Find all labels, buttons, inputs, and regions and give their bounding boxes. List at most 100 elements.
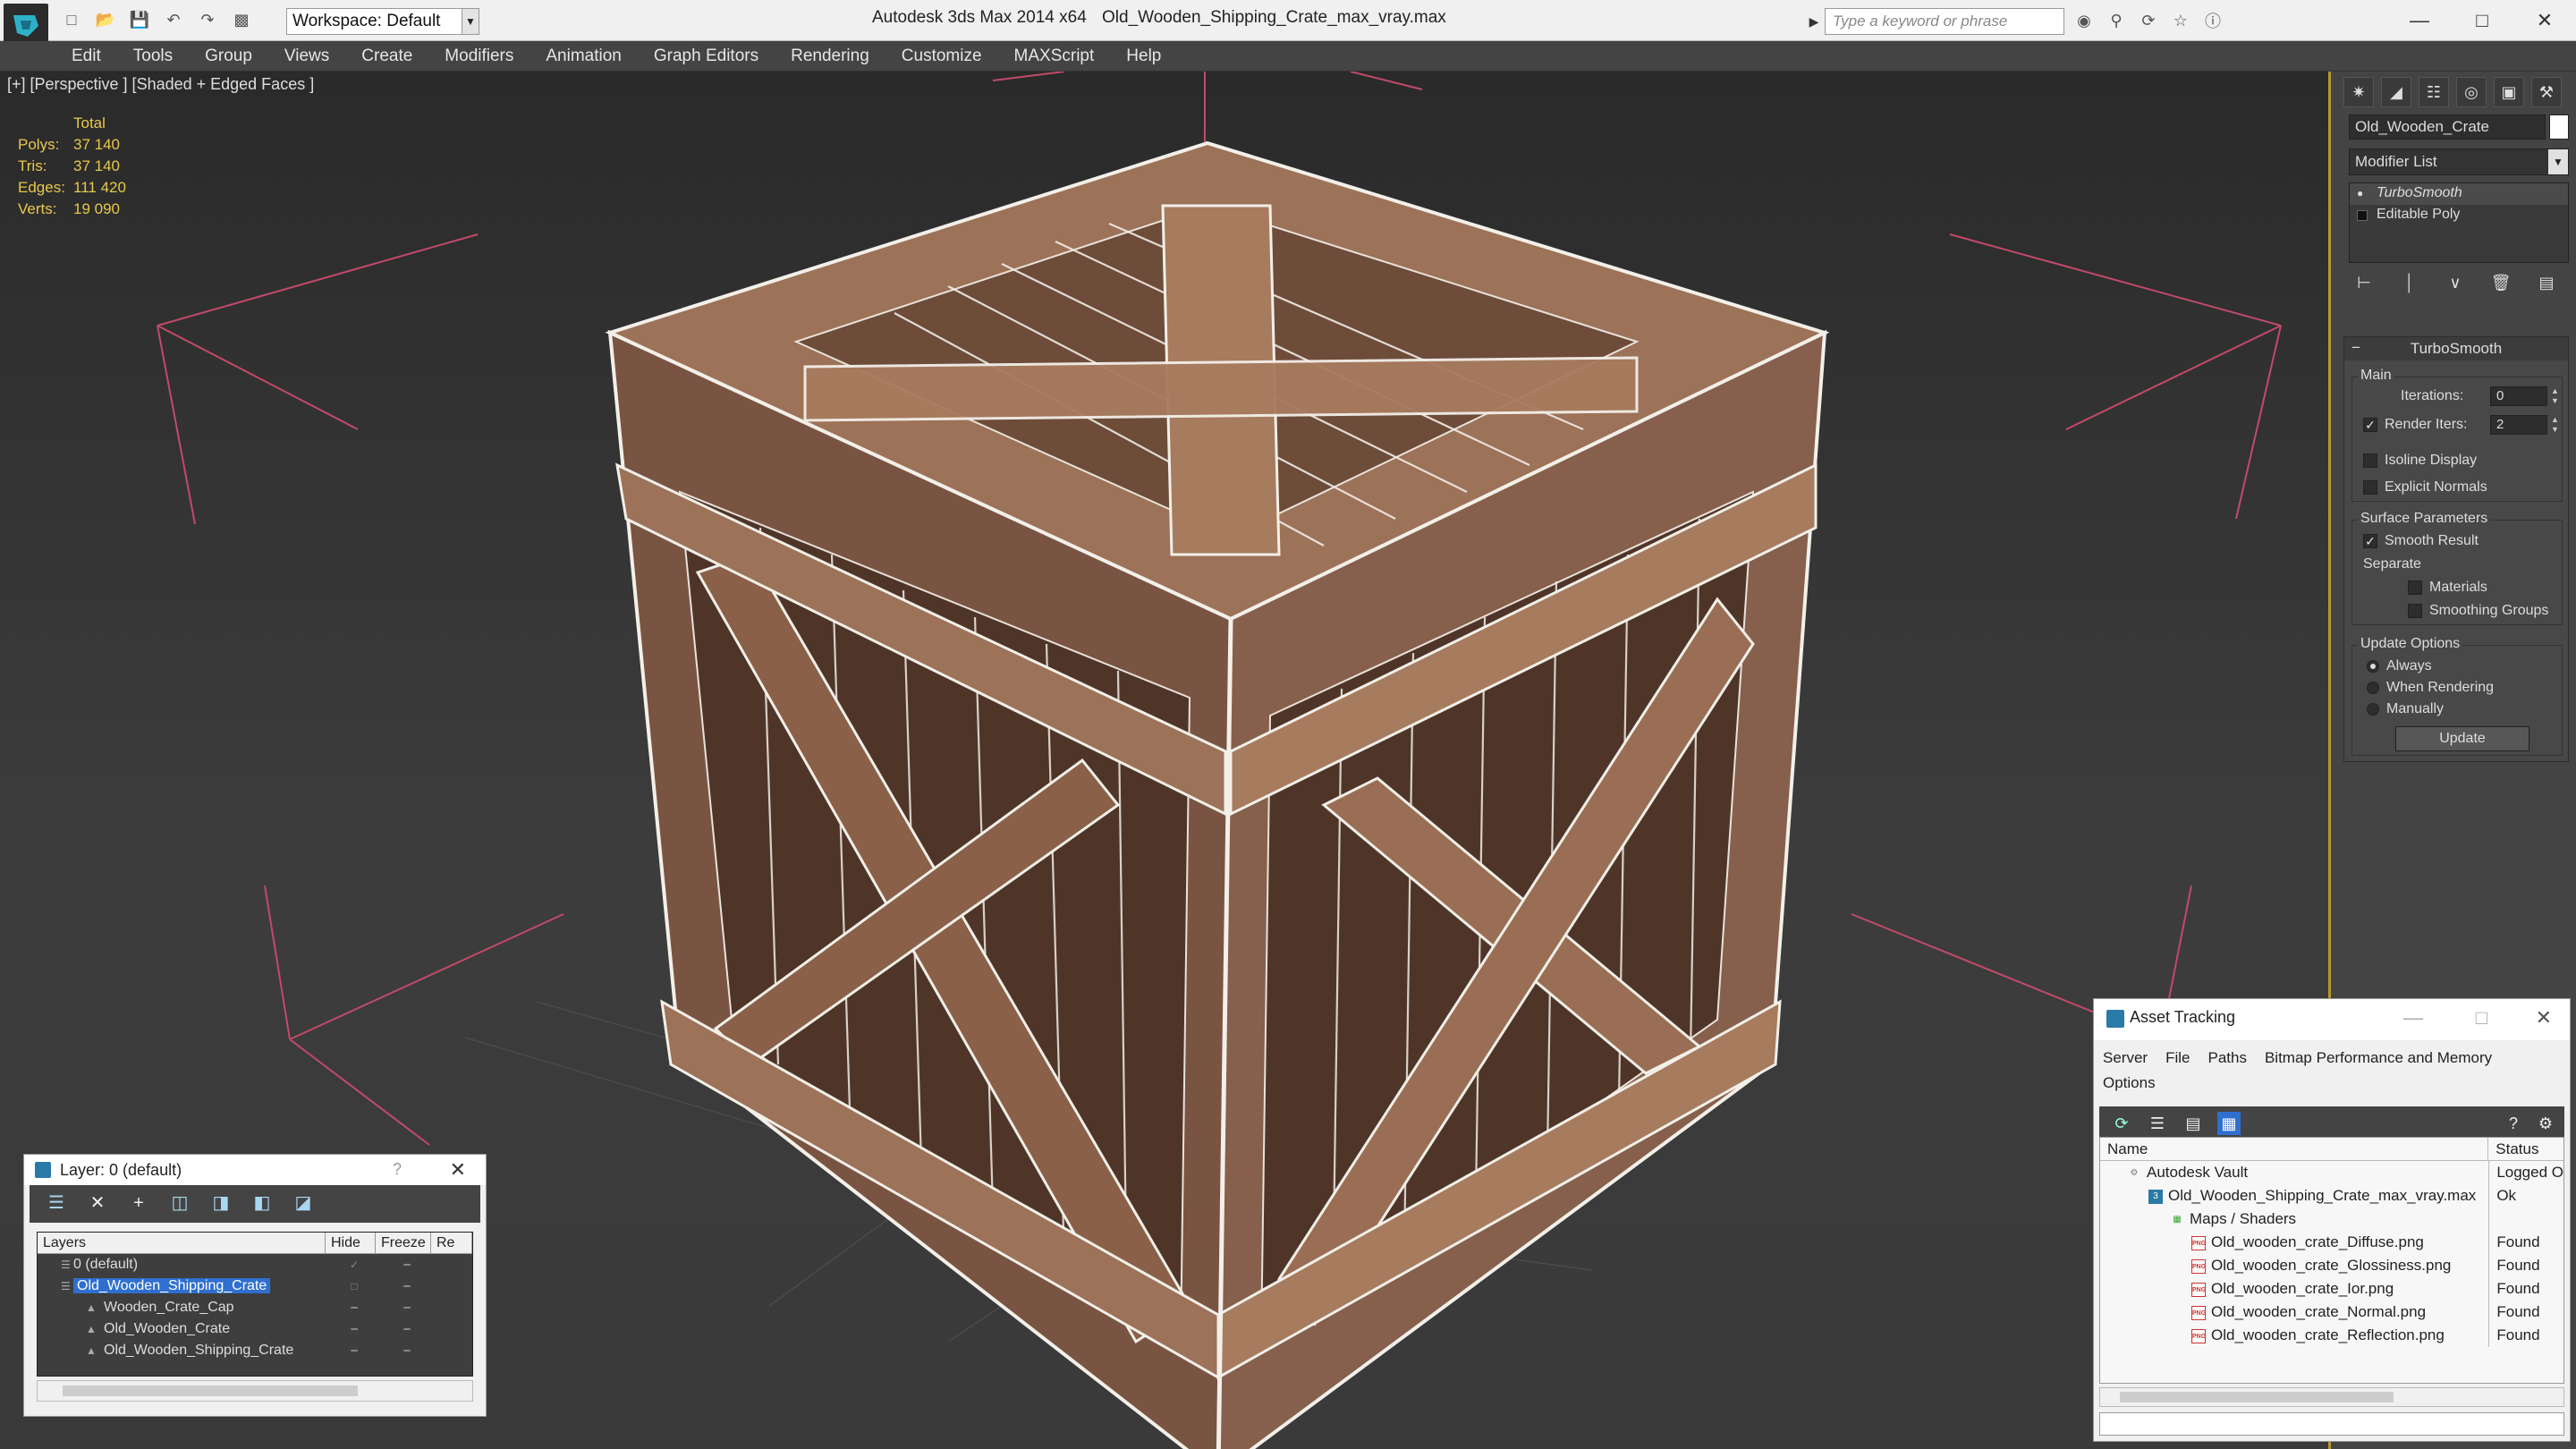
- refresh-icon[interactable]: ⟳: [2110, 1112, 2133, 1135]
- list-view-icon[interactable]: ☰: [2146, 1112, 2169, 1135]
- asset-row[interactable]: PNG Old_wooden_crate_Normal.png Found: [2100, 1301, 2563, 1324]
- remove-modifier-icon[interactable]: 🗑: [2489, 274, 2512, 301]
- search-expand-icon[interactable]: ▶: [1805, 8, 1823, 35]
- select-objects-icon[interactable]: ◨: [210, 1192, 232, 1214]
- project-folder-icon[interactable]: ▩: [229, 7, 254, 32]
- column-layers[interactable]: Layers: [38, 1233, 326, 1253]
- stack-item-editable-poly[interactable]: Editable Poly: [2350, 205, 2568, 226]
- freeze-toggle[interactable]: ━: [379, 1323, 435, 1335]
- lightbulb-icon[interactable]: ●: [2357, 187, 2368, 199]
- menu-rendering[interactable]: Rendering: [791, 47, 869, 66]
- settings-icon[interactable]: ⚙: [2534, 1112, 2557, 1135]
- maximize-icon[interactable]: □: [2451, 0, 2513, 41]
- help-icon[interactable]: ?: [393, 1160, 402, 1179]
- column-freeze[interactable]: Freeze: [376, 1233, 431, 1253]
- workspace-menu-button[interactable]: ▼: [462, 8, 479, 35]
- smooth-result-checkbox[interactable]: ✓: [2363, 534, 2377, 548]
- menu-bitmap-performance[interactable]: Bitmap Performance and Memory: [2265, 1046, 2492, 1071]
- when-rendering-radio[interactable]: [2367, 682, 2379, 694]
- hide-toggle[interactable]: ━: [329, 1344, 379, 1357]
- modifier-list-dropdown[interactable]: Modifier List ▼: [2349, 148, 2569, 175]
- modify-tab-icon[interactable]: ◢: [2381, 77, 2411, 107]
- rollout-header[interactable]: − TurboSmooth: [2344, 337, 2568, 360]
- favorites-star-icon[interactable]: ☆: [2168, 8, 2193, 33]
- pin-stack-icon[interactable]: ⊢: [2352, 274, 2376, 301]
- hide-toggle[interactable]: □: [329, 1280, 379, 1292]
- hide-toggle[interactable]: ━: [329, 1323, 379, 1335]
- display-tab-icon[interactable]: ▣: [2494, 77, 2524, 107]
- minimize-icon[interactable]: —: [2403, 1006, 2423, 1030]
- menu-server[interactable]: Server: [2103, 1046, 2148, 1071]
- close-icon[interactable]: ✕: [2513, 0, 2576, 41]
- menu-tools[interactable]: Tools: [133, 47, 173, 66]
- object-color-swatch[interactable]: [2549, 114, 2569, 140]
- render-iters-spinner[interactable]: 2: [2490, 415, 2547, 435]
- redo-icon[interactable]: ↷: [195, 7, 220, 32]
- layer-row[interactable]: ▲ Wooden_Crate_Cap ━ ━: [38, 1297, 472, 1318]
- delete-layer-icon[interactable]: ✕: [87, 1192, 108, 1214]
- binoculars-icon[interactable]: ◉: [2072, 8, 2097, 33]
- close-icon[interactable]: ✕: [450, 1158, 466, 1182]
- layer-window-titlebar[interactable]: Layer: 0 (default) ? ✕: [24, 1155, 486, 1185]
- search-input[interactable]: Type a keyword or phrase: [1825, 8, 2064, 35]
- column-name[interactable]: Name: [2100, 1138, 2489, 1160]
- layers-icon[interactable]: ☰: [46, 1192, 67, 1214]
- column-hide[interactable]: Hide: [326, 1233, 376, 1253]
- show-end-result-icon[interactable]: │: [2398, 274, 2421, 301]
- menu-animation[interactable]: Animation: [546, 47, 622, 66]
- menu-help[interactable]: Help: [1126, 47, 1161, 66]
- iterations-spinner[interactable]: 0: [2490, 386, 2547, 406]
- asset-row[interactable]: PNG Old_wooden_crate_Ior.png Found: [2100, 1277, 2563, 1301]
- hierarchy-tab-icon[interactable]: ☷: [2419, 77, 2449, 107]
- hide-toggle[interactable]: ━: [329, 1301, 379, 1314]
- menu-views[interactable]: Views: [284, 47, 329, 66]
- menu-customize[interactable]: Customize: [902, 47, 982, 66]
- maximize-icon[interactable]: □: [2476, 1006, 2487, 1030]
- asset-row[interactable]: PNG Old_wooden_crate_Diffuse.png Found: [2100, 1231, 2563, 1254]
- smoothing-groups-checkbox[interactable]: [2408, 604, 2422, 618]
- save-icon[interactable]: 💾: [127, 7, 152, 32]
- menu-graph-editors[interactable]: Graph Editors: [654, 47, 758, 66]
- asset-row[interactable]: ⚙ Autodesk Vault Logged O: [2100, 1161, 2563, 1184]
- materials-checkbox[interactable]: [2408, 580, 2422, 595]
- horizontal-scrollbar[interactable]: [2099, 1387, 2564, 1407]
- motion-tab-icon[interactable]: ◎: [2456, 77, 2487, 107]
- horizontal-scrollbar[interactable]: [37, 1380, 473, 1402]
- object-name-field[interactable]: Old_Wooden_Crate: [2349, 114, 2546, 140]
- menu-file[interactable]: File: [2165, 1046, 2190, 1071]
- scrollbar-thumb[interactable]: [63, 1385, 358, 1396]
- column-status[interactable]: Status: [2488, 1138, 2563, 1160]
- layer-row[interactable]: ▲ Old_Wooden_Crate ━ ━: [38, 1318, 472, 1340]
- close-icon[interactable]: ✕: [2536, 1006, 2552, 1030]
- asset-row[interactable]: ▦ Maps / Shaders: [2100, 1208, 2563, 1231]
- update-button[interactable]: Update: [2395, 726, 2529, 751]
- layer-row[interactable]: ☰ 0 (default) ✓ ━: [38, 1254, 472, 1275]
- stack-item-turbosmooth[interactable]: ● TurboSmooth: [2350, 183, 2568, 205]
- asset-row[interactable]: PNG Old_wooden_crate_Glossiness.png Found: [2100, 1254, 2563, 1277]
- detail-view-icon[interactable]: ▤: [2182, 1112, 2205, 1135]
- menu-maxscript[interactable]: MAXScript: [1014, 47, 1095, 66]
- help-icon[interactable]: ?: [2502, 1112, 2525, 1135]
- spinner-arrows-icon[interactable]: ▲ ▼: [2551, 415, 2560, 435]
- undo-icon[interactable]: ↶: [161, 7, 186, 32]
- spinner-arrows-icon[interactable]: ▲ ▼: [2551, 386, 2560, 406]
- add-layer-icon[interactable]: +: [128, 1192, 149, 1214]
- asset-window-titlebar[interactable]: Asset Tracking — □ ✕: [2094, 999, 2570, 1040]
- wooden-crate-mesh[interactable]: [605, 140, 1830, 1449]
- menu-options[interactable]: Options: [2103, 1071, 2156, 1096]
- layer-row[interactable]: ☰ Old_Wooden_Shipping_Crate □ ━: [38, 1275, 472, 1297]
- isoline-checkbox[interactable]: [2363, 453, 2377, 468]
- freeze-toggle[interactable]: ━: [379, 1258, 435, 1271]
- key-icon[interactable]: ⚲: [2104, 8, 2129, 33]
- manually-radio[interactable]: [2367, 703, 2379, 716]
- hide-toggle[interactable]: ✓: [329, 1258, 379, 1271]
- always-radio[interactable]: [2367, 660, 2379, 673]
- column-render[interactable]: Re: [431, 1233, 472, 1253]
- menu-edit[interactable]: Edit: [72, 47, 101, 66]
- menu-modifiers[interactable]: Modifiers: [445, 47, 513, 66]
- make-unique-icon[interactable]: ∨: [2444, 274, 2467, 301]
- menu-paths[interactable]: Paths: [2207, 1046, 2246, 1071]
- freeze-toggle[interactable]: ━: [379, 1301, 435, 1314]
- hide-all-icon[interactable]: ◪: [292, 1192, 314, 1214]
- highlight-layer-icon[interactable]: ◧: [251, 1192, 273, 1214]
